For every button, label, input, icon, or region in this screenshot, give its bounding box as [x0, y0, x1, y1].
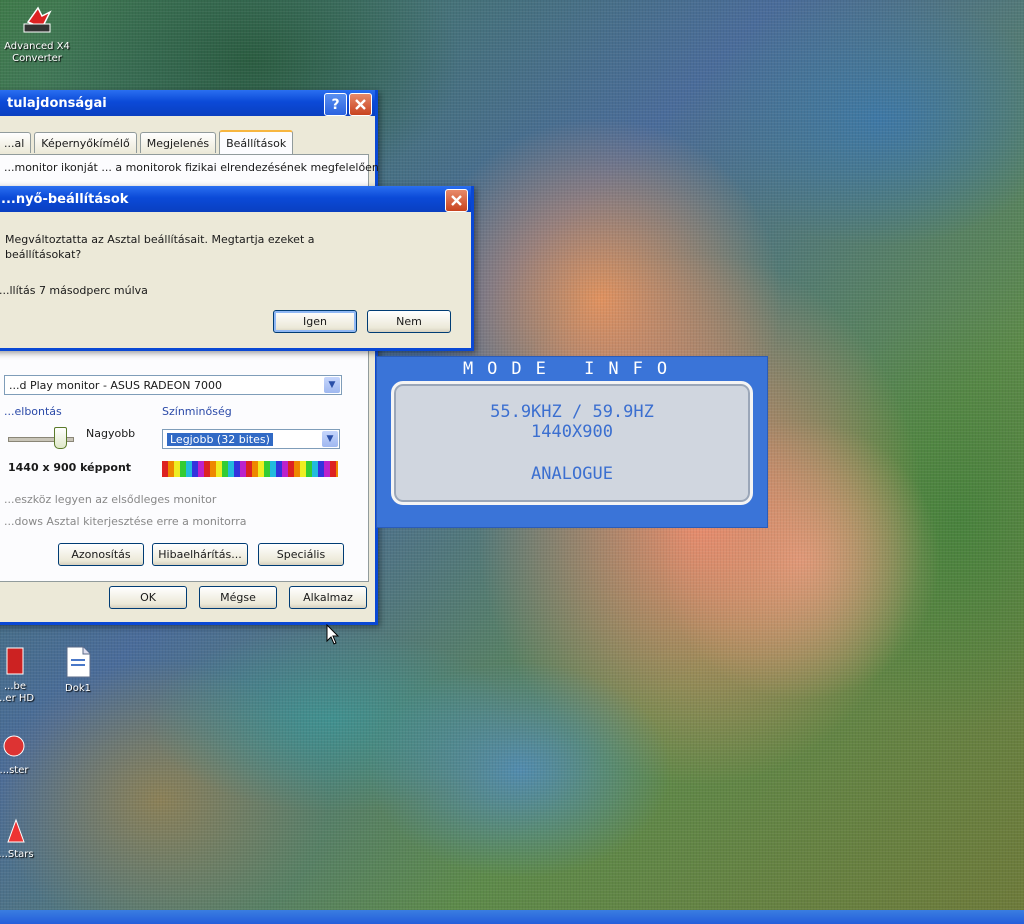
cancel-button[interactable]: Mégse [199, 586, 277, 609]
osd-resolution: 1440X900 [531, 422, 613, 442]
color-spectrum-bar [162, 461, 338, 477]
apply-button[interactable]: Alkalmaz [289, 586, 367, 609]
display-select[interactable]: ...d Play monitor - ASUS RADEON 7000 ▼ [4, 375, 342, 395]
monitor-osd-mode-info: MODE INFO 55.9KHZ / 59.9HZ 1440X900 ANAL… [376, 356, 768, 528]
dialog-countdown: ...llítás 7 másodperc múlva [0, 284, 148, 297]
app-icon [23, 6, 52, 33]
advanced-button[interactable]: Speciális [258, 543, 344, 566]
yes-button[interactable]: Igen [273, 310, 357, 333]
dialog-title: ...nyő-beállítások [1, 191, 129, 207]
desktop-icon-dok1[interactable]: Dok1 [56, 646, 100, 694]
desktop-icon-label: Dok1 [65, 683, 91, 694]
close-icon [451, 195, 462, 206]
taskbar [0, 910, 1024, 924]
desktop-icon-partial-3[interactable]: ...Stars [0, 818, 38, 860]
app-icon [3, 735, 25, 757]
dialog-message: Megváltoztatta az Asztal beállításait. M… [5, 233, 315, 261]
window-title: tulajdonságai [7, 95, 107, 111]
desktop-icon-label: Advanced X4 Converter [4, 41, 70, 64]
extend-desktop-checkbox-label[interactable]: ...dows Asztal kiterjesztése erre a moni… [4, 515, 246, 528]
chevron-down-icon[interactable]: ▼ [324, 377, 340, 393]
app-icon [7, 818, 25, 843]
osd-panel: 55.9KHZ / 59.9HZ 1440X900 ANALOGUE [391, 381, 753, 505]
osd-signal-type: ANALOGUE [531, 464, 613, 484]
osd-frequency: 55.9KHZ / 59.9HZ [490, 402, 654, 422]
desktop-icon-label: ...be ...er HD [0, 681, 35, 704]
color-quality-select[interactable]: Legjobb (32 bites) ▼ [162, 429, 340, 449]
resolution-group-label: ...elbontás [4, 405, 62, 418]
tab-appearance[interactable]: Megjelenés [139, 132, 217, 153]
troubleshoot-button[interactable]: Hibaelhárítás... [152, 543, 248, 566]
app-icon [6, 647, 24, 675]
mouse-cursor-icon [326, 624, 340, 645]
monitor-arrangement-hint: ...monitor ikonját ... a monitorok fizik… [4, 161, 379, 174]
display-properties-window: tulajdonságai ? ...al Képernyőkímélő Meg… [0, 90, 379, 625]
tab-desktop[interactable]: ...al [0, 132, 32, 153]
desktop-icon-label: ...Stars [0, 849, 34, 860]
ok-button[interactable]: OK [109, 586, 187, 609]
properties-titlebar[interactable]: tulajdonságai ? [0, 90, 375, 116]
close-button[interactable] [349, 93, 372, 116]
resolution-value: 1440 x 900 képpont [8, 461, 132, 474]
color-quality-group-label: Színminőség [162, 405, 232, 418]
tab-screensaver[interactable]: Képernyőkímélő [34, 132, 137, 153]
desktop-icon-advanced-converter[interactable]: Advanced X4 Converter [4, 2, 70, 65]
desktop-icon-label: ...ster [0, 765, 29, 776]
osd-title: MODE INFO [462, 359, 682, 379]
confirm-settings-dialog: ...nyő-beállítások Megváltoztatta az Asz… [0, 186, 474, 351]
dialog-titlebar[interactable]: ...nyő-beállítások [0, 186, 471, 212]
tab-settings[interactable]: Beállítások [219, 130, 294, 154]
tab-strip: ...al Képernyőkímélő Megjelenés Beállítá… [0, 130, 296, 154]
no-button[interactable]: Nem [367, 310, 451, 333]
desktop-icon-partial-1[interactable]: ...be ...er HD [0, 646, 36, 705]
document-icon [66, 646, 91, 678]
help-button[interactable]: ? [324, 93, 347, 116]
chevron-down-icon[interactable]: ▼ [322, 431, 338, 447]
desktop-icon-partial-2[interactable]: ...ster [0, 732, 34, 776]
dialog-close-button[interactable] [445, 189, 468, 212]
primary-monitor-checkbox-label[interactable]: ...eszköz legyen az elsődleges monitor [4, 493, 216, 506]
resolution-slider-thumb[interactable] [54, 427, 67, 449]
identify-button[interactable]: Azonosítás [58, 543, 144, 566]
resolution-max-label: Nagyobb [86, 427, 136, 440]
close-icon [355, 99, 366, 110]
